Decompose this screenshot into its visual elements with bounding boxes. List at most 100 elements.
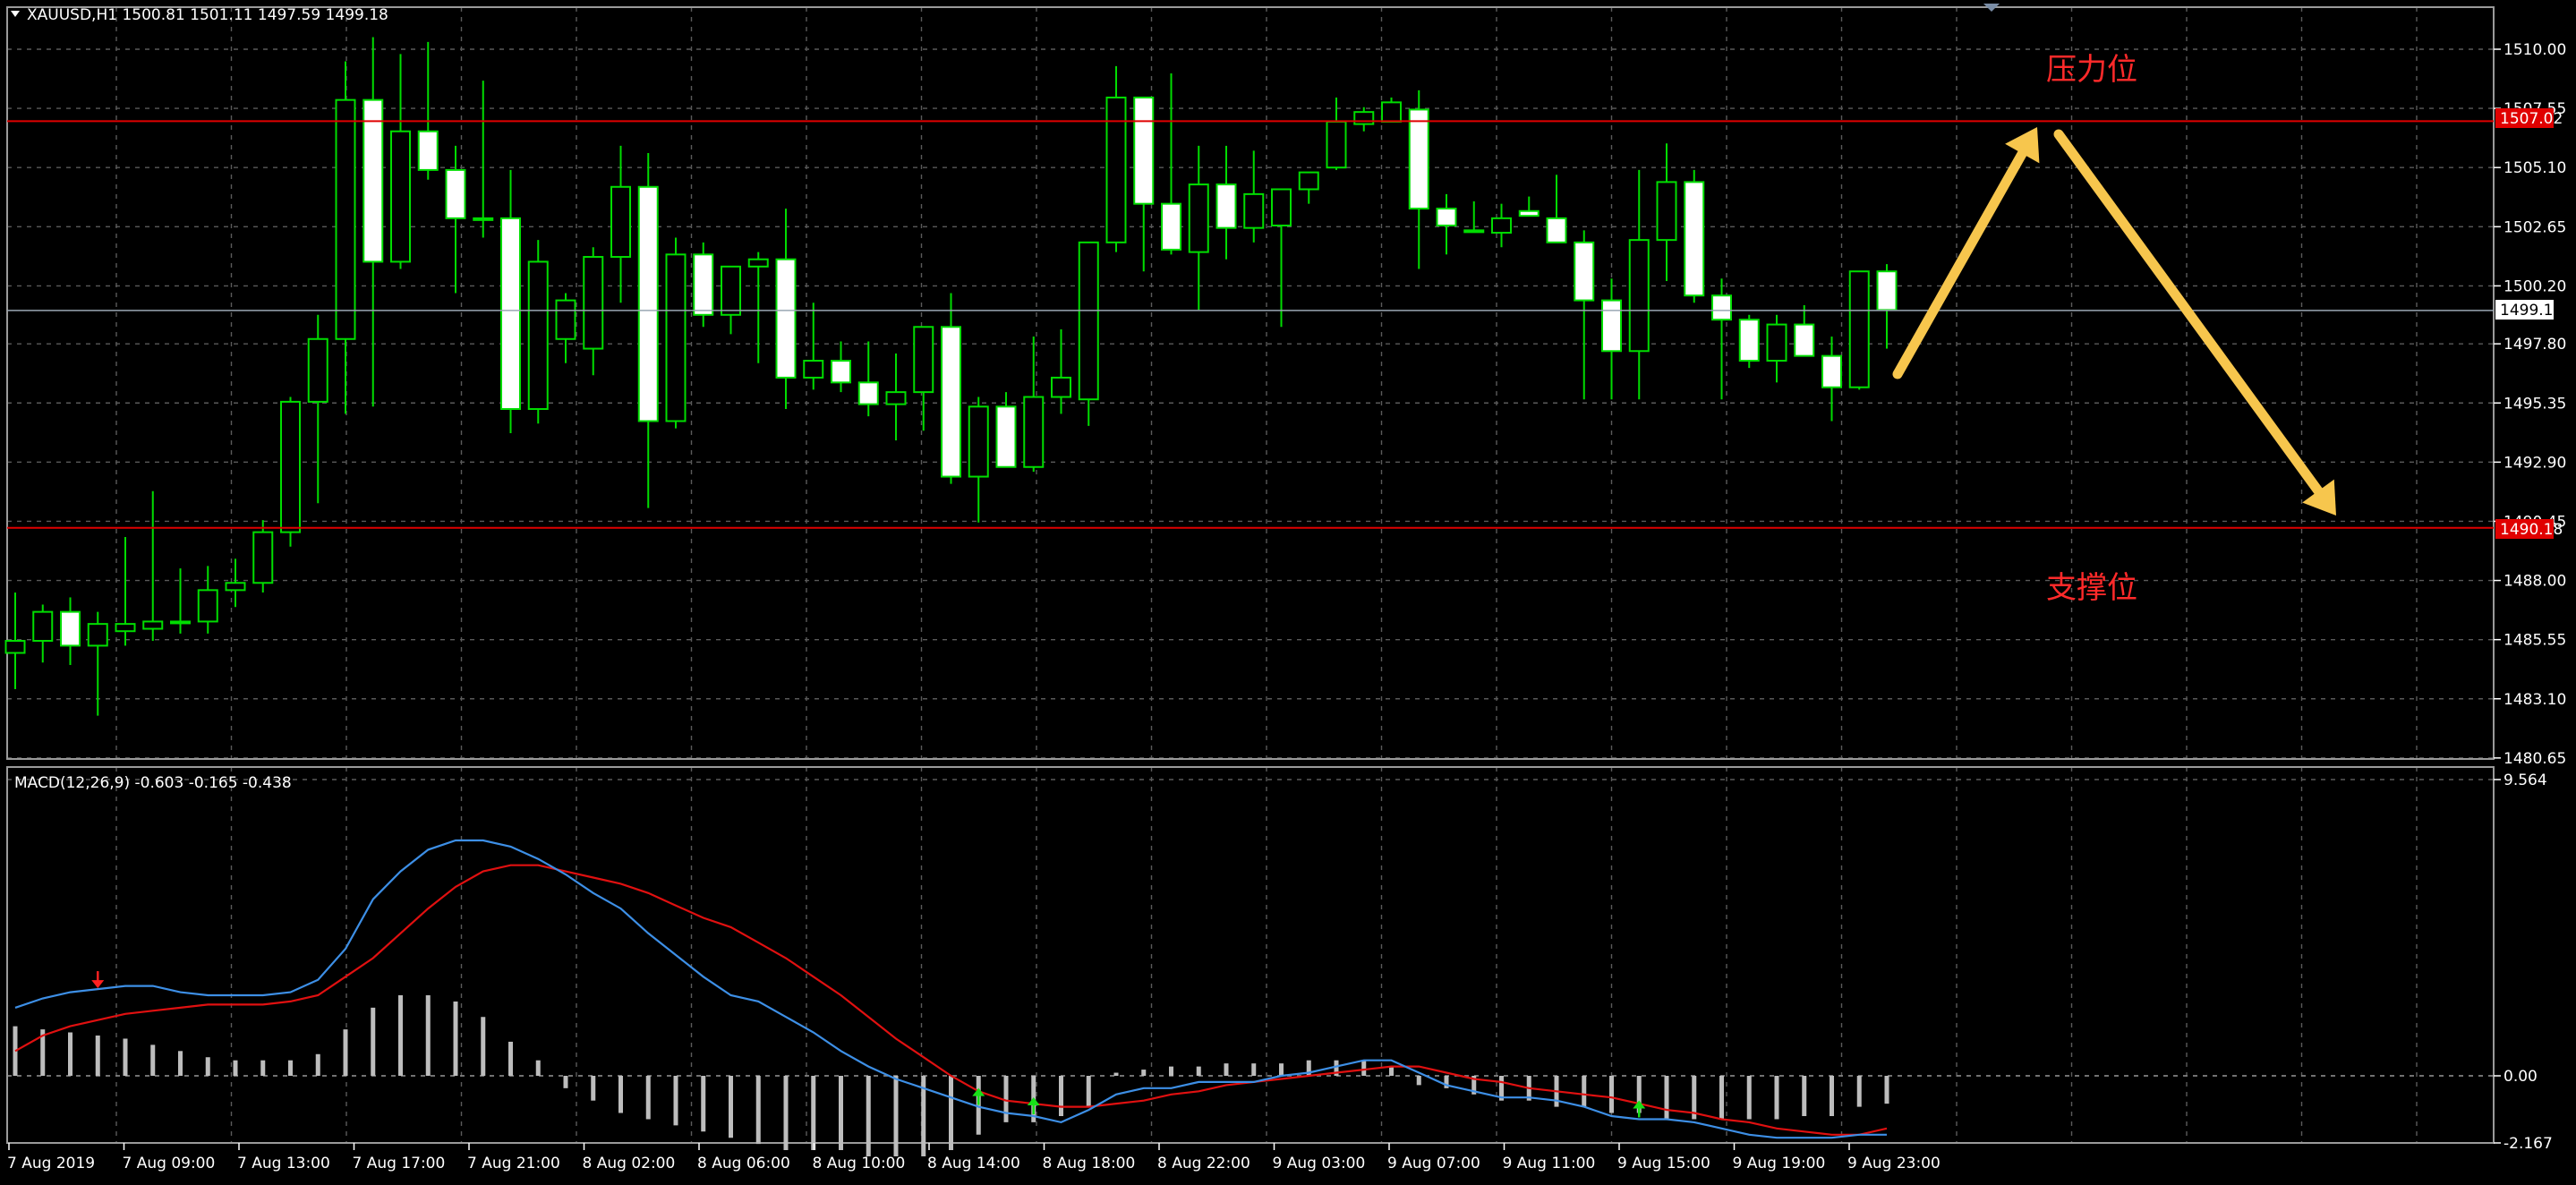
macd-info: MACD(12,26,9) -0.603 -0.165 -0.438 xyxy=(14,774,292,792)
price-tick-label: 1485.55 xyxy=(2503,632,2566,650)
time-tick-label: 8 Aug 06:00 xyxy=(697,1155,790,1172)
candle-body xyxy=(721,265,741,316)
price-tick-label: 1505.10 xyxy=(2503,159,2566,177)
candle-body xyxy=(307,337,328,403)
time-tick-label: 7 Aug 13:00 xyxy=(237,1155,330,1172)
time-tick-label: 9 Aug 03:00 xyxy=(1273,1155,1366,1172)
candle-body xyxy=(1518,209,1540,217)
candle-body xyxy=(1215,183,1237,229)
candle-body xyxy=(473,217,494,221)
price-tick-label: 1495.35 xyxy=(2503,395,2566,413)
candle-body xyxy=(1105,96,1127,243)
macd-tick-label: -2.167 xyxy=(2503,1135,2553,1153)
candle-body xyxy=(1546,217,1567,243)
candle-body xyxy=(1821,354,1842,388)
price-tick-label: 1488.00 xyxy=(2503,573,2566,591)
candle-body xyxy=(1463,229,1485,234)
candle-body xyxy=(968,405,989,478)
candle-body xyxy=(775,258,797,379)
candle-body xyxy=(1408,108,1429,210)
candle-body xyxy=(32,610,54,643)
candle-body xyxy=(1298,171,1319,191)
candle-body xyxy=(1381,101,1402,123)
candle-body xyxy=(170,620,191,625)
time-tick-label: 9 Aug 19:00 xyxy=(1733,1155,1826,1172)
candle-body xyxy=(500,217,521,411)
candle-body xyxy=(445,168,466,219)
candle-body xyxy=(665,253,687,422)
price-tick-label: 1492.90 xyxy=(2503,454,2566,472)
candle-body xyxy=(803,360,824,379)
candle-body xyxy=(1436,208,1457,226)
candle-body xyxy=(4,640,26,654)
time-tick-label: 9 Aug 11:00 xyxy=(1503,1155,1596,1172)
candle-body xyxy=(87,623,108,647)
candle-body xyxy=(1711,294,1732,321)
candle-body xyxy=(941,326,961,478)
candle-body xyxy=(1326,120,1347,169)
candle-body xyxy=(831,360,851,384)
candle-body xyxy=(1628,239,1650,353)
candle-body xyxy=(747,258,769,268)
candle-body xyxy=(1794,323,1815,357)
candle-body xyxy=(1601,299,1622,353)
candle-body xyxy=(1656,181,1677,242)
candle-body xyxy=(1023,396,1045,468)
candle-body xyxy=(1161,202,1181,251)
resistance-price-tag-text: 1507.02 xyxy=(2500,110,2563,128)
candle-body xyxy=(1051,376,1071,398)
candle-body xyxy=(1766,323,1787,362)
candle-body xyxy=(1491,217,1512,234)
price-tick-label: 1480.65 xyxy=(2503,750,2566,768)
candle-body xyxy=(1133,96,1155,205)
candle-body xyxy=(60,610,81,647)
price-tick-label: 1502.65 xyxy=(2503,218,2566,236)
candle-body xyxy=(390,130,411,263)
trading-chart: 1510.001507.551505.101502.651500.201497.… xyxy=(0,0,2576,1185)
time-tick-label: 8 Aug 14:00 xyxy=(927,1155,1020,1172)
resistance-label: 压力位 xyxy=(2046,52,2137,88)
candle-body xyxy=(885,391,907,405)
candle-body xyxy=(1876,270,1898,311)
candle-body xyxy=(1271,188,1292,226)
current-price-tag-text: 1499.18 xyxy=(2500,302,2563,320)
candle-body xyxy=(363,98,384,263)
candle-body xyxy=(1353,111,1375,125)
time-tick-label: 7 Aug 09:00 xyxy=(123,1155,216,1172)
time-tick-label: 8 Aug 22:00 xyxy=(1157,1155,1250,1172)
candle-body xyxy=(610,185,631,259)
candle-body xyxy=(115,623,136,633)
time-tick-label: 9 Aug 23:00 xyxy=(1847,1155,1941,1172)
candle-body xyxy=(637,185,659,422)
candle-body xyxy=(995,405,1017,468)
candle-body xyxy=(913,326,934,394)
candle-body xyxy=(555,299,576,340)
candle-body xyxy=(197,589,218,623)
time-tick-label: 8 Aug 10:00 xyxy=(813,1155,906,1172)
macd-tick-label: 0.00 xyxy=(2503,1068,2538,1086)
support-label: 支撑位 xyxy=(2046,570,2137,606)
macd-tick-label: 9.564 xyxy=(2503,772,2547,789)
candle-body xyxy=(252,531,274,584)
price-tick-label: 1497.80 xyxy=(2503,336,2566,354)
candle-body xyxy=(1078,241,1099,401)
time-tick-label: 9 Aug 07:00 xyxy=(1387,1155,1480,1172)
time-tick-label: 7 Aug 2019 xyxy=(7,1155,95,1172)
price-tick-label: 1483.10 xyxy=(2503,691,2566,709)
candle-body xyxy=(142,620,164,630)
price-tick-label: 1500.20 xyxy=(2503,277,2566,295)
time-tick-label: 7 Aug 17:00 xyxy=(353,1155,446,1172)
support-price-tag-text: 1490.18 xyxy=(2500,521,2563,539)
candle-body xyxy=(857,381,879,405)
time-tick-label: 8 Aug 18:00 xyxy=(1043,1155,1136,1172)
candle-body xyxy=(335,98,356,340)
time-tick-label: 9 Aug 15:00 xyxy=(1617,1155,1710,1172)
candle-body xyxy=(583,256,604,350)
candle-body xyxy=(693,253,714,316)
price-tick-label: 1510.00 xyxy=(2503,41,2566,59)
chart-background xyxy=(0,0,2576,1185)
candle-body xyxy=(1574,241,1595,302)
time-tick-label: 8 Aug 02:00 xyxy=(583,1155,676,1172)
candle-body xyxy=(1243,192,1265,229)
candle-body xyxy=(225,582,246,592)
